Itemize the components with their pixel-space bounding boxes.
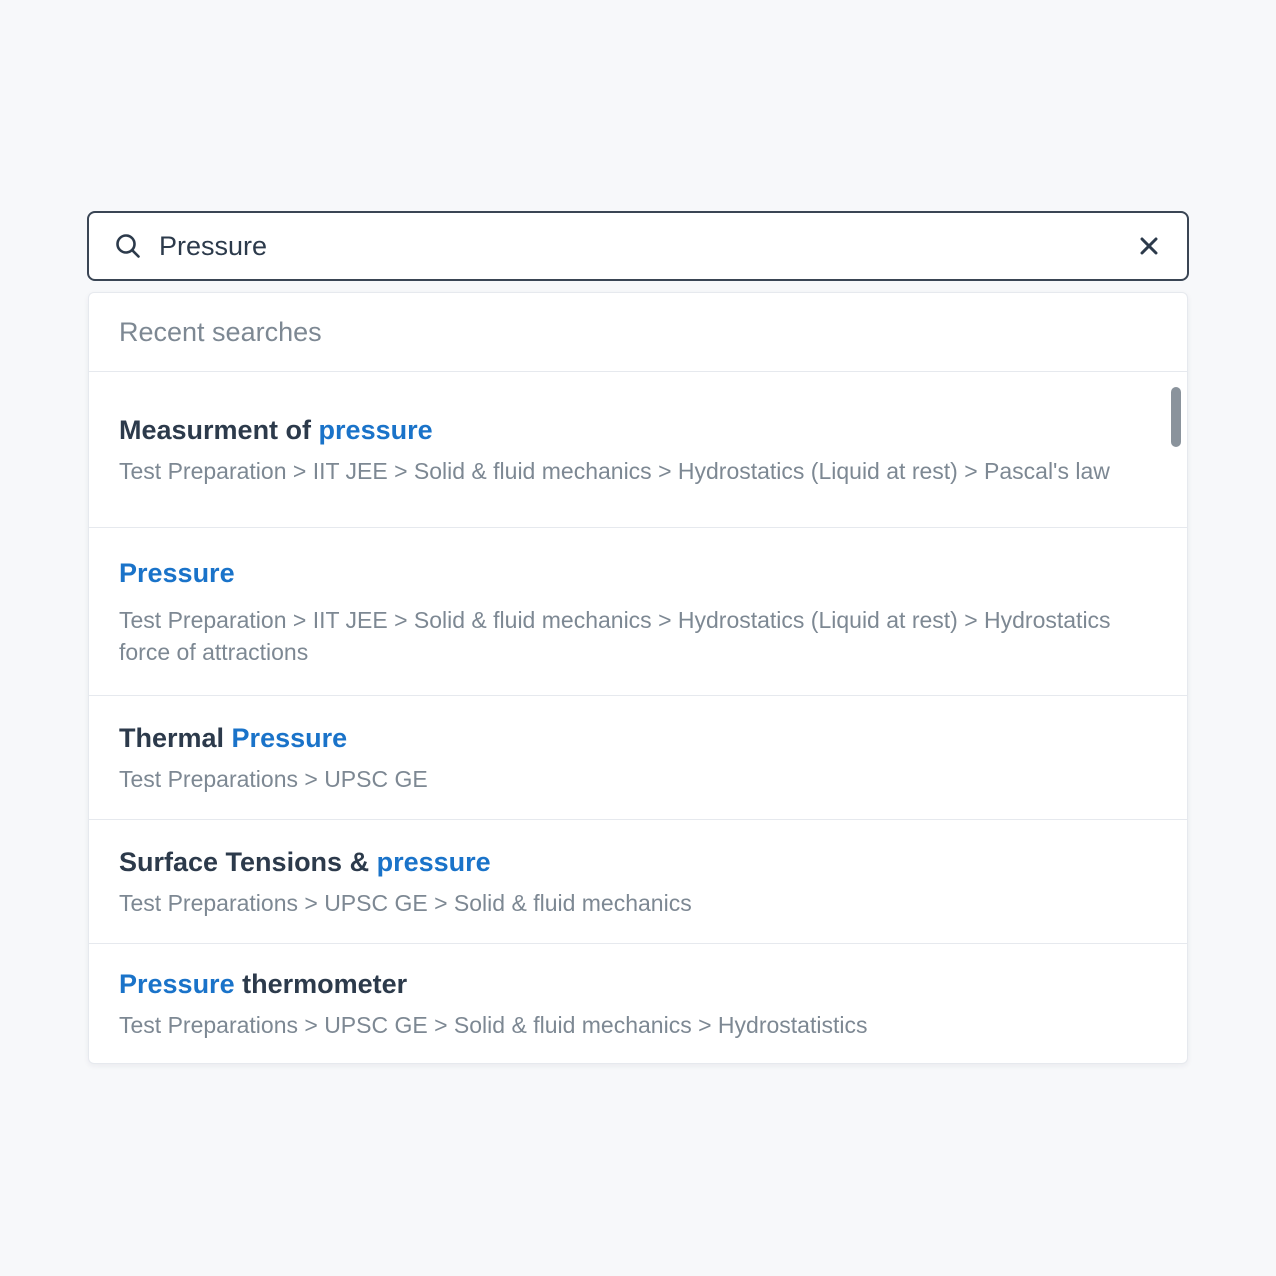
result-title: Surface Tensions & pressure [119, 845, 1127, 879]
search-input[interactable] [143, 213, 1125, 279]
result-title: Pressure thermometer [119, 967, 1127, 1001]
result-title-highlight: Pressure [231, 722, 348, 753]
result-title: Thermal Pressure [119, 721, 1127, 755]
search-result-item[interactable]: Pressure thermometer Test Preparations >… [89, 944, 1187, 1063]
close-icon [1140, 237, 1158, 255]
search-icon [113, 231, 143, 261]
search-result-item[interactable]: Surface Tensions & pressure Test Prepara… [89, 820, 1187, 944]
search-results-dropdown: Recent searches Measurment of pressure T… [88, 292, 1188, 1064]
result-title-text: Measurment of [119, 414, 319, 445]
result-title-text: Thermal [119, 722, 232, 753]
search-result-item[interactable]: Thermal Pressure Test Preparations > UPS… [89, 696, 1187, 820]
result-breadcrumb: Test Preparation > IIT JEE > Solid & flu… [119, 606, 1111, 665]
result-title-text: Surface Tensions & [119, 846, 377, 877]
result-title-highlight: Pressure [119, 557, 235, 588]
result-breadcrumb: Test Preparations > UPSC GE > Solid & fl… [119, 889, 692, 916]
result-title-highlight: Pressure [119, 968, 235, 999]
result-title-highlight: pressure [318, 414, 433, 445]
result-title-text: thermometer [234, 968, 408, 999]
result-title: Pressure [119, 556, 1127, 590]
result-title-highlight: pressure [376, 846, 491, 877]
result-breadcrumb: Test Preparations > UPSC GE [119, 765, 428, 792]
search-result-item[interactable]: Pressure Test Preparation > IIT JEE > So… [89, 528, 1187, 696]
recent-searches-header: Recent searches [89, 293, 1187, 372]
search-result-item[interactable]: Measurment of pressure Test Preparation … [89, 372, 1187, 528]
search-box[interactable] [87, 211, 1189, 281]
result-title: Measurment of pressure [119, 413, 1127, 447]
scrollbar-thumb[interactable] [1171, 387, 1181, 447]
result-breadcrumb: Test Preparation > IIT JEE > Solid & flu… [119, 457, 1110, 484]
clear-button[interactable] [1125, 222, 1173, 270]
result-breadcrumb: Test Preparations > UPSC GE > Solid & fl… [119, 1011, 868, 1038]
